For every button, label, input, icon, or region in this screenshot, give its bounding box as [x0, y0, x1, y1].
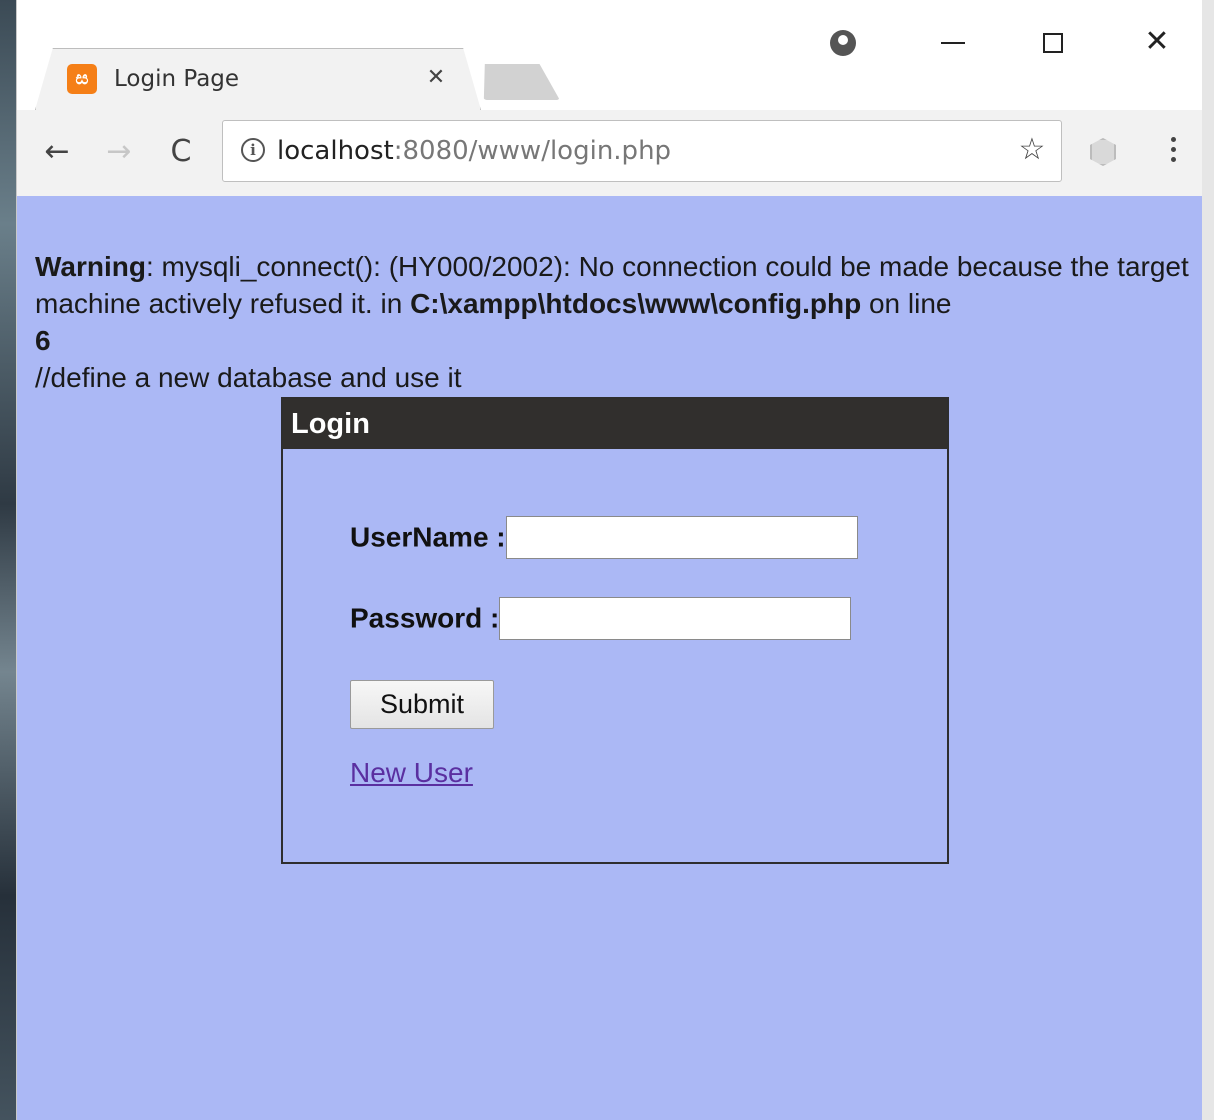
tab-close-icon[interactable]: ✕	[421, 63, 451, 93]
maximize-icon[interactable]	[1033, 22, 1073, 62]
back-arrow-icon[interactable]: ←	[35, 130, 79, 174]
menu-kebab-icon[interactable]	[1153, 132, 1193, 172]
new-tab-button[interactable]	[474, 64, 560, 100]
php-warning-message: Warning: mysqli_connect(): (HY000/2002):…	[35, 248, 1195, 359]
minimize-icon[interactable]	[933, 22, 973, 62]
comment-text: //define a new database and use it	[35, 362, 462, 393]
password-label: Password :	[350, 602, 500, 634]
username-row: UserName :	[350, 516, 858, 559]
url-text[interactable]: localhost:8080/www/login.php	[277, 133, 671, 169]
password-row: Password :	[350, 597, 852, 640]
extension-icon[interactable]	[1083, 132, 1123, 172]
bookmark-star-icon[interactable]: ☆	[1013, 131, 1051, 169]
url-path: :8080/www/login.php	[393, 136, 672, 166]
login-header: Login	[283, 399, 947, 449]
profile-icon[interactable]	[823, 22, 863, 62]
title-bar: ස Login Page ✕ ✕	[17, 0, 1214, 110]
password-input[interactable]	[499, 597, 852, 640]
warning-path: C:\xampp\htdocs\www\config.php	[410, 288, 862, 319]
submit-button[interactable]: Submit	[350, 680, 494, 729]
browser-toolbar: ← → C i localhost:8080/www/login.php ☆	[17, 110, 1214, 197]
forward-arrow-icon[interactable]: →	[97, 130, 141, 174]
tab-login-page[interactable]	[35, 48, 481, 110]
desktop-background-strip	[0, 0, 16, 1120]
window-right-border	[1202, 0, 1214, 1120]
username-label: UserName :	[350, 521, 506, 553]
close-window-icon[interactable]: ✕	[1137, 22, 1177, 62]
url-host: localhost	[277, 136, 394, 166]
reload-icon[interactable]: C	[159, 130, 203, 174]
warning-line-number: 6	[35, 325, 51, 356]
tab-title: Login Page	[114, 66, 240, 92]
site-info-icon[interactable]: i	[241, 138, 265, 162]
warning-line-text: on line	[861, 288, 952, 319]
xampp-favicon-icon: ස	[67, 64, 97, 94]
browser-window: ස Login Page ✕ ✕ ← → C i localhost:8080/…	[16, 0, 1214, 1120]
warning-label: Warning	[35, 251, 146, 282]
login-panel: Login UserName : Password : Submit New U…	[281, 397, 949, 864]
new-user-link[interactable]: New User	[350, 757, 473, 789]
page-content: Warning: mysqli_connect(): (HY000/2002):…	[17, 196, 1203, 1120]
username-input[interactable]	[505, 516, 858, 559]
address-bar[interactable]: i localhost:8080/www/login.php ☆	[222, 120, 1062, 182]
